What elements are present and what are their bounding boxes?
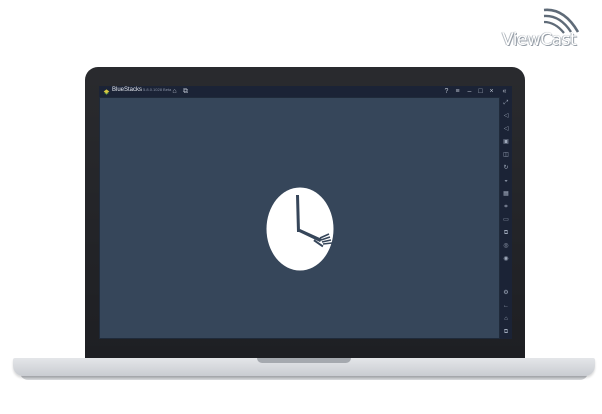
- game-mode-icon[interactable]: ◒: [502, 177, 510, 185]
- close-icon[interactable]: ×: [487, 87, 496, 96]
- collapse-sidebar-icon[interactable]: «: [500, 87, 509, 96]
- right-sidebar: ⤢ ◁ ◁ ▣ ◫ ↻ ◒ ▦ ⌗ ▭ ⧉ ◎ ◉ ⚙ ← ⌂ ⧉: [500, 97, 512, 339]
- eco-mode-icon[interactable]: ◎: [502, 242, 510, 250]
- home-icon[interactable]: ⌂: [170, 87, 179, 96]
- volume-down-icon[interactable]: ◁: [502, 125, 510, 133]
- bluestacks-logo-icon: [103, 89, 110, 95]
- folder-icon[interactable]: ▭: [502, 216, 510, 224]
- app-version: 5.8.0.1028 Beta: [143, 87, 172, 92]
- macro-icon[interactable]: ▦: [502, 190, 510, 198]
- clock-fork-icon: [266, 187, 334, 271]
- app-title: BlueStacks5.8.0.1028 Beta: [112, 87, 172, 93]
- laptop-notch: [257, 358, 351, 363]
- sync-icon[interactable]: ◉: [502, 255, 510, 263]
- fullscreen-icon[interactable]: ⤢: [502, 99, 510, 107]
- settings-icon[interactable]: ⚙: [502, 289, 510, 297]
- multi-instance-icon[interactable]: ⧉: [181, 87, 190, 96]
- watermark-text: ViewCast: [502, 30, 577, 50]
- scale-icon[interactable]: ⌗: [502, 203, 510, 211]
- home-icon[interactable]: ⌂: [502, 315, 510, 323]
- viewcast-logo: ViewCast: [500, 6, 596, 50]
- minimize-icon[interactable]: –: [465, 87, 474, 96]
- screenshot-icon[interactable]: ◫: [502, 151, 510, 159]
- app-viewport[interactable]: [100, 98, 499, 338]
- maximize-icon[interactable]: □: [476, 87, 485, 96]
- keyboard-controls-icon[interactable]: ▣: [502, 138, 510, 146]
- help-icon[interactable]: ?: [442, 87, 451, 96]
- rotate-icon[interactable]: ↻: [502, 164, 510, 172]
- back-icon[interactable]: ←: [502, 302, 510, 310]
- volume-up-icon[interactable]: ◁: [502, 112, 510, 120]
- bluestacks-window: BlueStacks5.8.0.1028 Beta ⌂ ⧉ ? ≡ – □ × …: [99, 86, 512, 339]
- recent-apps-icon[interactable]: ⧉: [502, 328, 510, 336]
- title-bar: BlueStacks5.8.0.1028 Beta ⌂ ⧉ ? ≡ – □ × …: [99, 86, 512, 97]
- menu-icon[interactable]: ≡: [453, 87, 462, 96]
- multi-instance-icon[interactable]: ⧉: [502, 229, 510, 237]
